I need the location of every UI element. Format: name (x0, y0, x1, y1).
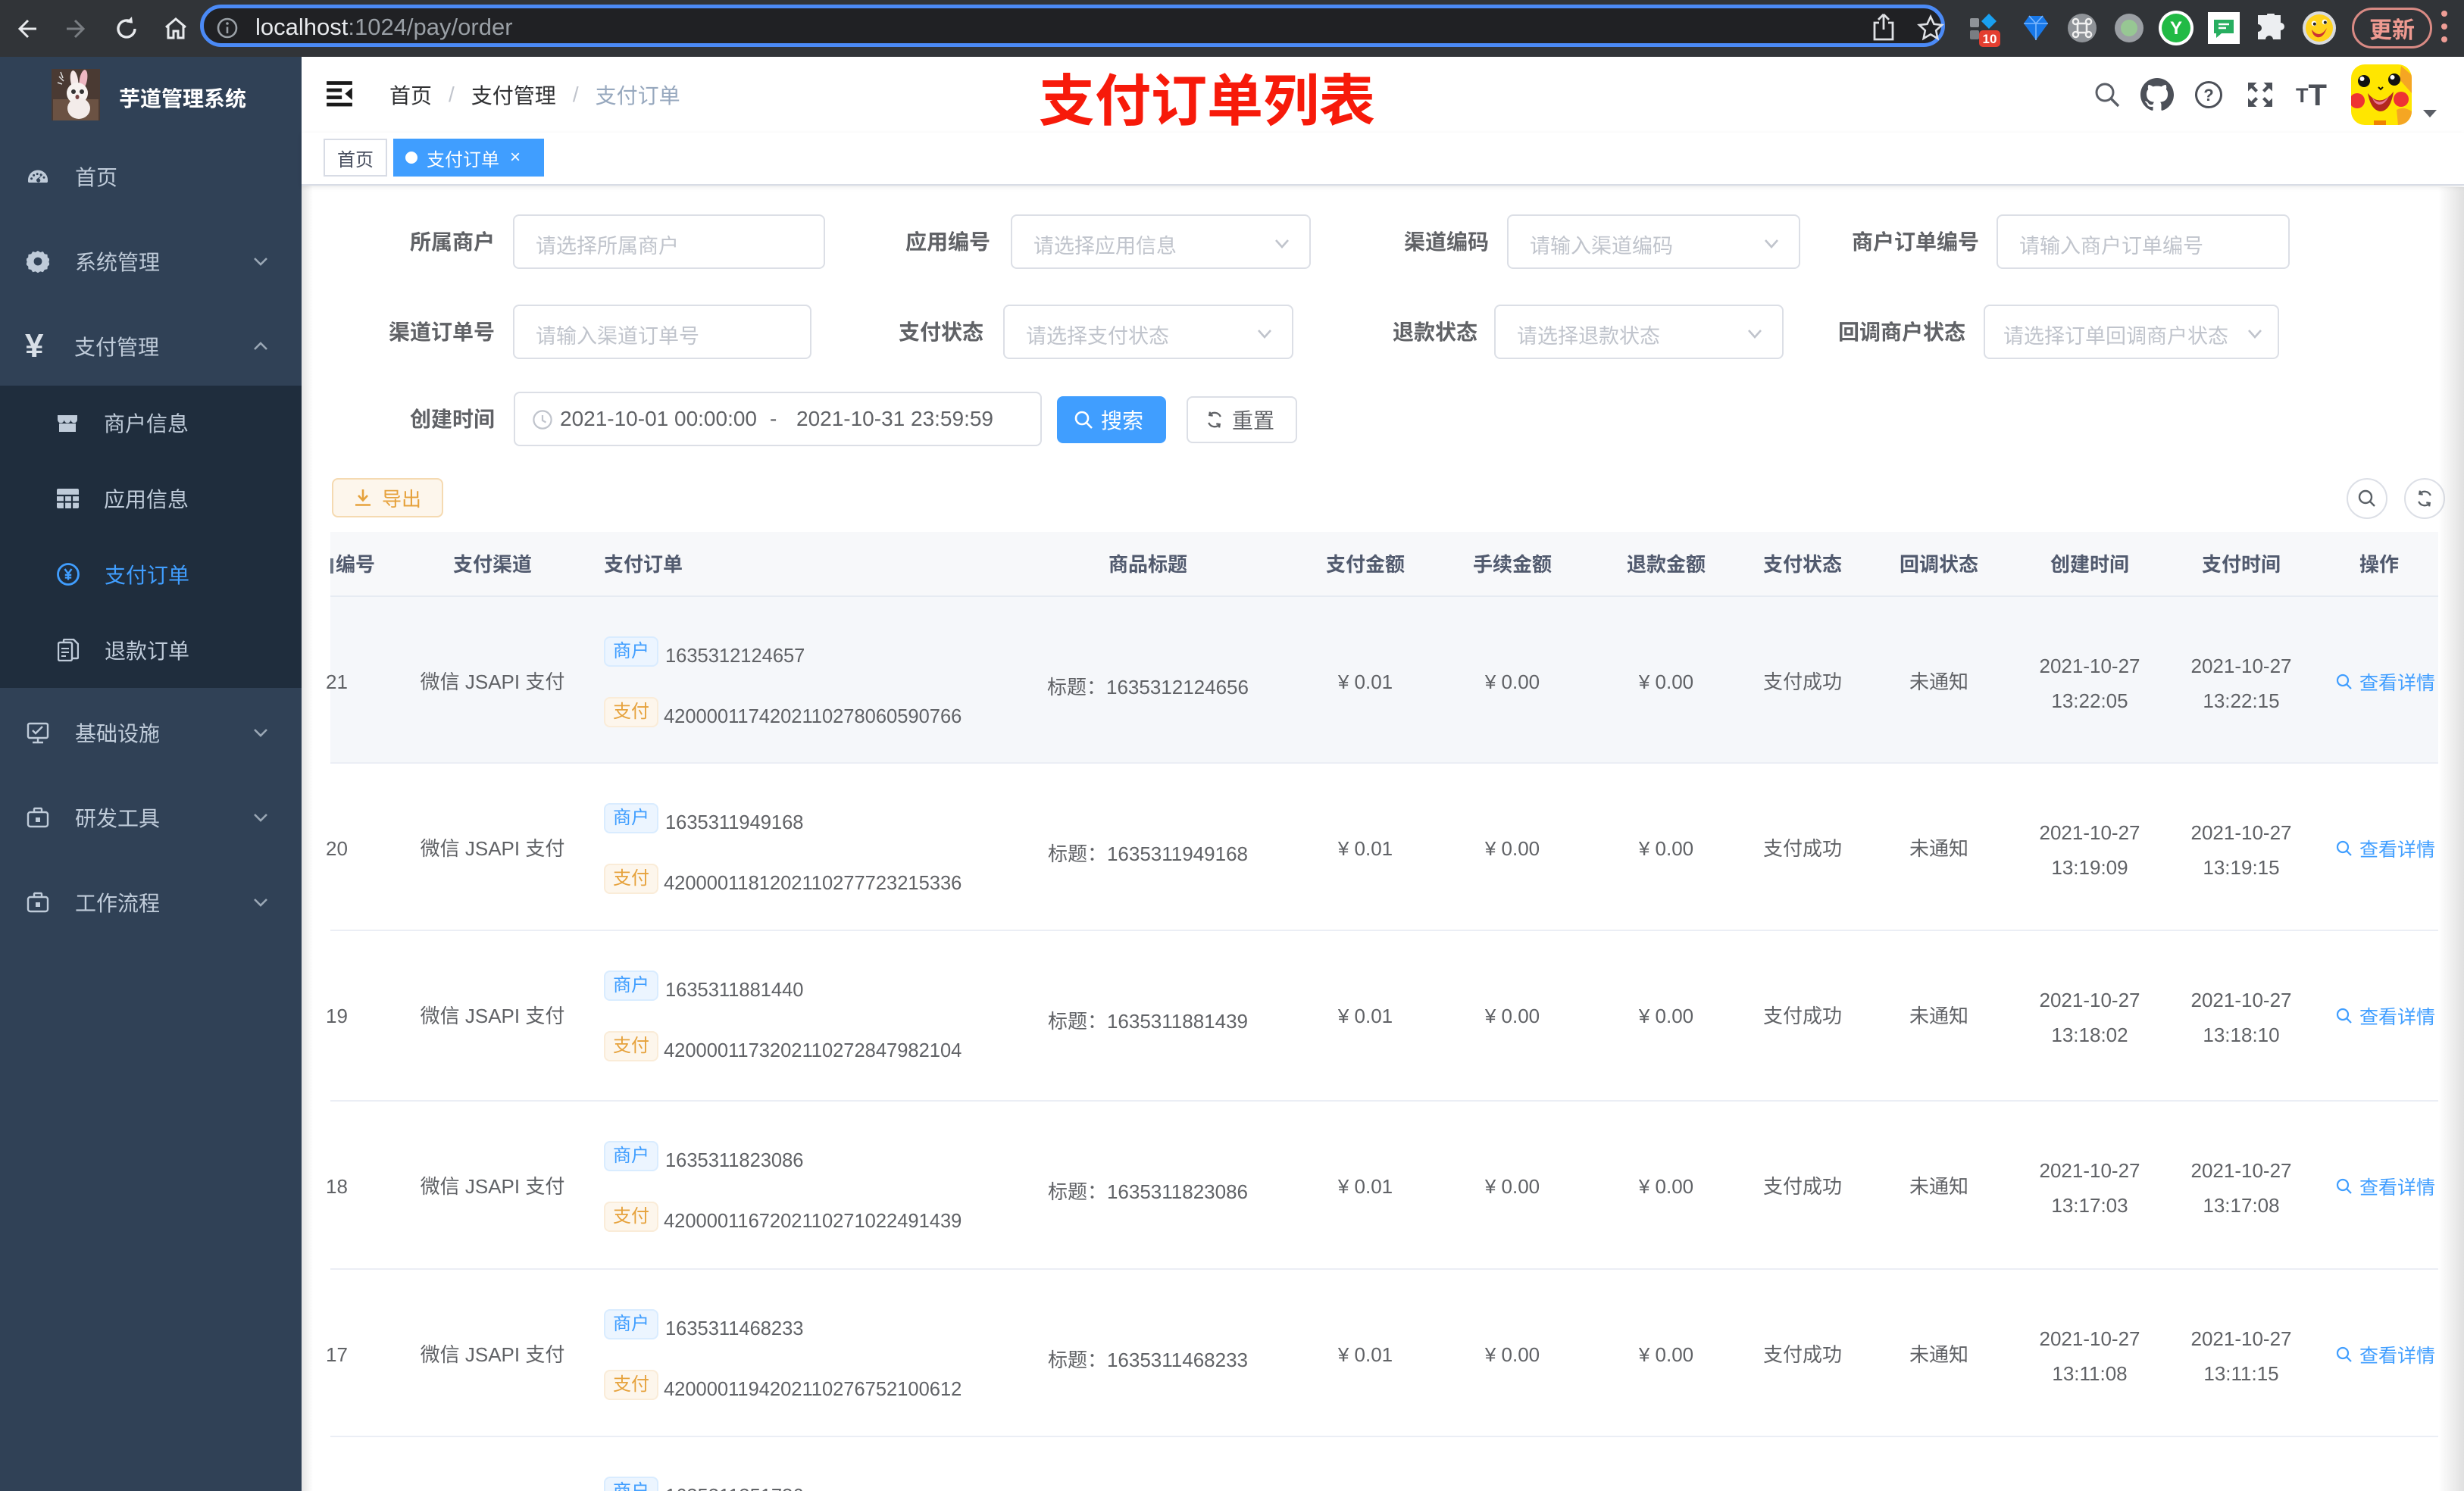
svg-text:Y: Y (2170, 18, 2182, 39)
svg-text:10: 10 (1983, 32, 1997, 46)
svg-text:?: ? (2203, 86, 2213, 105)
